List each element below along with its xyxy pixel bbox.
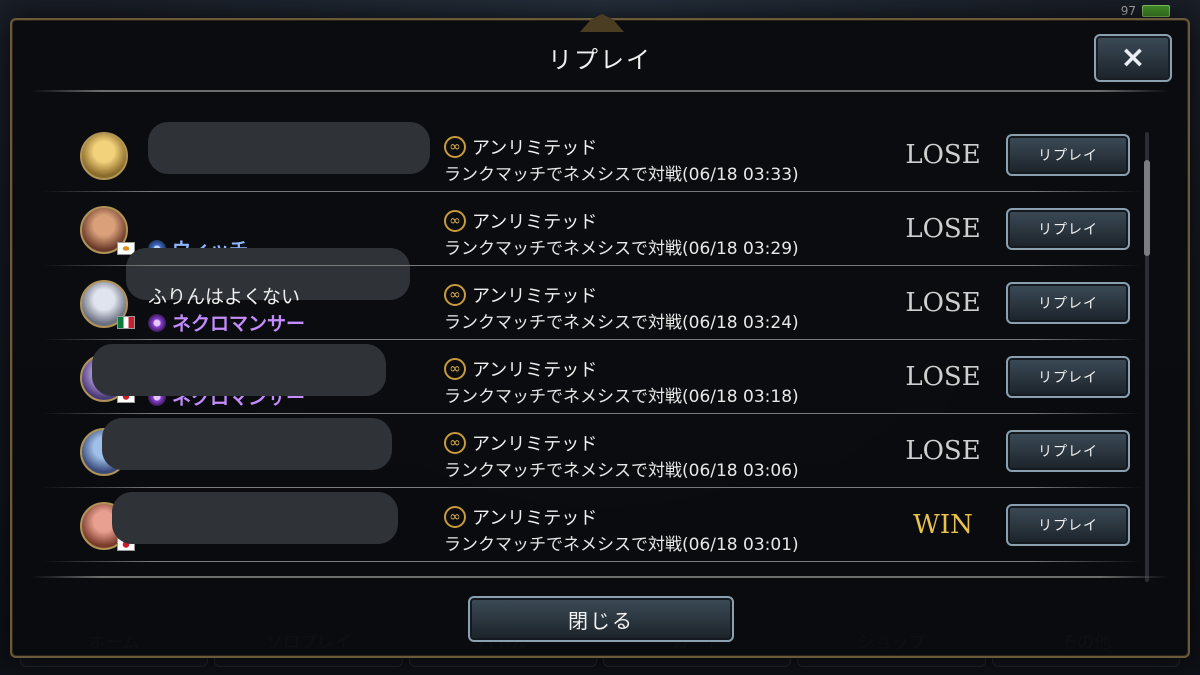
battery-level: 97: [1120, 4, 1136, 18]
country-flag-icon: [117, 316, 135, 329]
replay-button[interactable]: リプレイ: [1006, 356, 1130, 398]
infinity-icon: ∞: [444, 136, 466, 158]
infinity-icon: ∞: [444, 506, 466, 528]
match-detail: ランクマッチでネメシスで対戦(06/18 03:06): [444, 461, 799, 481]
close-button[interactable]: 閉じる: [468, 596, 734, 642]
redaction-mask: [112, 492, 398, 544]
replay-row: ∞ アンリミテッドランクマッチでネメシスで対戦(06/18 03:33) LOSE リ…: [42, 122, 1142, 192]
match-result: LOSE: [905, 288, 981, 318]
row-divider: [42, 561, 1142, 562]
replay-row: ウィッチ∞アンリミテッドランクマッチでネメシスで対戦(06/18 03:29)L…: [42, 196, 1142, 300]
match-mode-label: アンリミテッド: [472, 138, 598, 159]
scrollbar-thumb[interactable]: [1144, 160, 1150, 256]
infinity-icon: ∞: [444, 358, 466, 380]
match-result: LOSE: [905, 436, 981, 466]
match-mode-label: アンリミテッド: [472, 286, 598, 307]
match-result: LOSE: [905, 140, 981, 170]
row-divider: [42, 191, 1142, 192]
match-mode: ∞ アンリミテッド: [444, 134, 597, 160]
row-divider: [42, 413, 1142, 414]
redaction-mask: [102, 418, 392, 470]
match-mode-label: アンリミテッド: [472, 360, 598, 381]
match-mode: ∞ アンリミテッド: [444, 504, 597, 530]
replay-row: ネクロマンサー ∞ アンリミテッド ランクマッチでネメシスで対戦(06/18 03:1…: [42, 344, 1142, 414]
redaction-mask: [92, 344, 386, 396]
row-divider: [42, 339, 1142, 340]
match-mode: ∞ アンリミテッド: [444, 356, 597, 382]
replay-button[interactable]: リプレイ: [1006, 282, 1130, 324]
infinity-icon: ∞: [444, 432, 466, 454]
player-class-label: ネクロマンサー: [172, 313, 306, 335]
replay-row: ∞ アンリミテッドランクマッチでネメシスで対戦(06/18 03:06) LOSE リ…: [42, 418, 1142, 488]
match-mode: ∞ アンリミテッド: [444, 208, 597, 234]
player-class: ネクロマンサー: [148, 309, 305, 336]
replay-button[interactable]: リプレイ: [1006, 134, 1130, 176]
player-avatar: [80, 132, 128, 180]
row-divider: [42, 487, 1142, 488]
match-detail: ランクマッチでネメシスで対戦(06/18 03:18): [444, 387, 799, 407]
match-detail: ランクマッチでネメシスで対戦(06/18 03:01): [444, 535, 799, 555]
necromancer-class-icon: [148, 313, 166, 332]
replay-list[interactable]: ∞ アンリミテッド ランクマッチでネメシスで対戦(06/18 03:33) LOSE リ…: [42, 112, 1142, 572]
match-result: LOSE: [905, 362, 981, 392]
replay-dialog: リプレイ × ∞ アンリミテッド ランクマッチでネメシスで対戦(06/18 03:3…: [10, 14, 1190, 658]
match-mode-label: アンリミテッド: [472, 434, 598, 455]
infinity-icon: ∞: [444, 284, 466, 306]
replay-row: ふりんはよくないネクロマンサー ∞ アンリミテッドランクマッチでネメシスで対戦(06…: [42, 270, 1142, 340]
replay-row: 時雨∞アンリミテッドリプレイ: [42, 566, 1142, 572]
replay-button[interactable]: リプレイ: [1006, 208, 1130, 250]
footer-separator: [32, 576, 1168, 578]
match-mode-label: アンリミテッド: [472, 212, 598, 233]
replay-button[interactable]: リプレイ: [1006, 504, 1130, 546]
battery-icon: [1142, 5, 1170, 17]
match-mode-label: アンリミテッド: [472, 508, 598, 529]
status-bar: 97: [1121, 4, 1170, 18]
dialog-title: リプレイ: [548, 46, 652, 74]
replay-row: ∞ アンリミテッドランクマッチでネメシスで対戦(06/18 03:01) WIN リプ…: [42, 492, 1142, 562]
match-mode: ∞ アンリミテッド: [444, 430, 597, 456]
header-separator: [32, 90, 1168, 92]
redaction-mask: [148, 122, 430, 174]
match-result: WIN: [913, 510, 973, 540]
match-detail: ランクマッチでネメシスで対戦(06/18 03:33): [444, 165, 799, 185]
match-result: LOSE: [905, 214, 981, 244]
match-detail: ランクマッチでネメシスで対戦(06/18 03:29): [444, 239, 799, 259]
player-name: ふりんはよくない: [148, 286, 301, 308]
replay-button[interactable]: リプレイ: [1006, 430, 1130, 472]
infinity-icon: ∞: [444, 210, 466, 232]
match-detail: ランクマッチでネメシスで対戦(06/18 03:24): [444, 313, 799, 333]
row-divider: [42, 265, 1142, 266]
match-mode: ∞ アンリミテッド: [444, 282, 597, 308]
close-x-button[interactable]: ×: [1094, 34, 1172, 82]
close-icon: ×: [1120, 40, 1146, 75]
